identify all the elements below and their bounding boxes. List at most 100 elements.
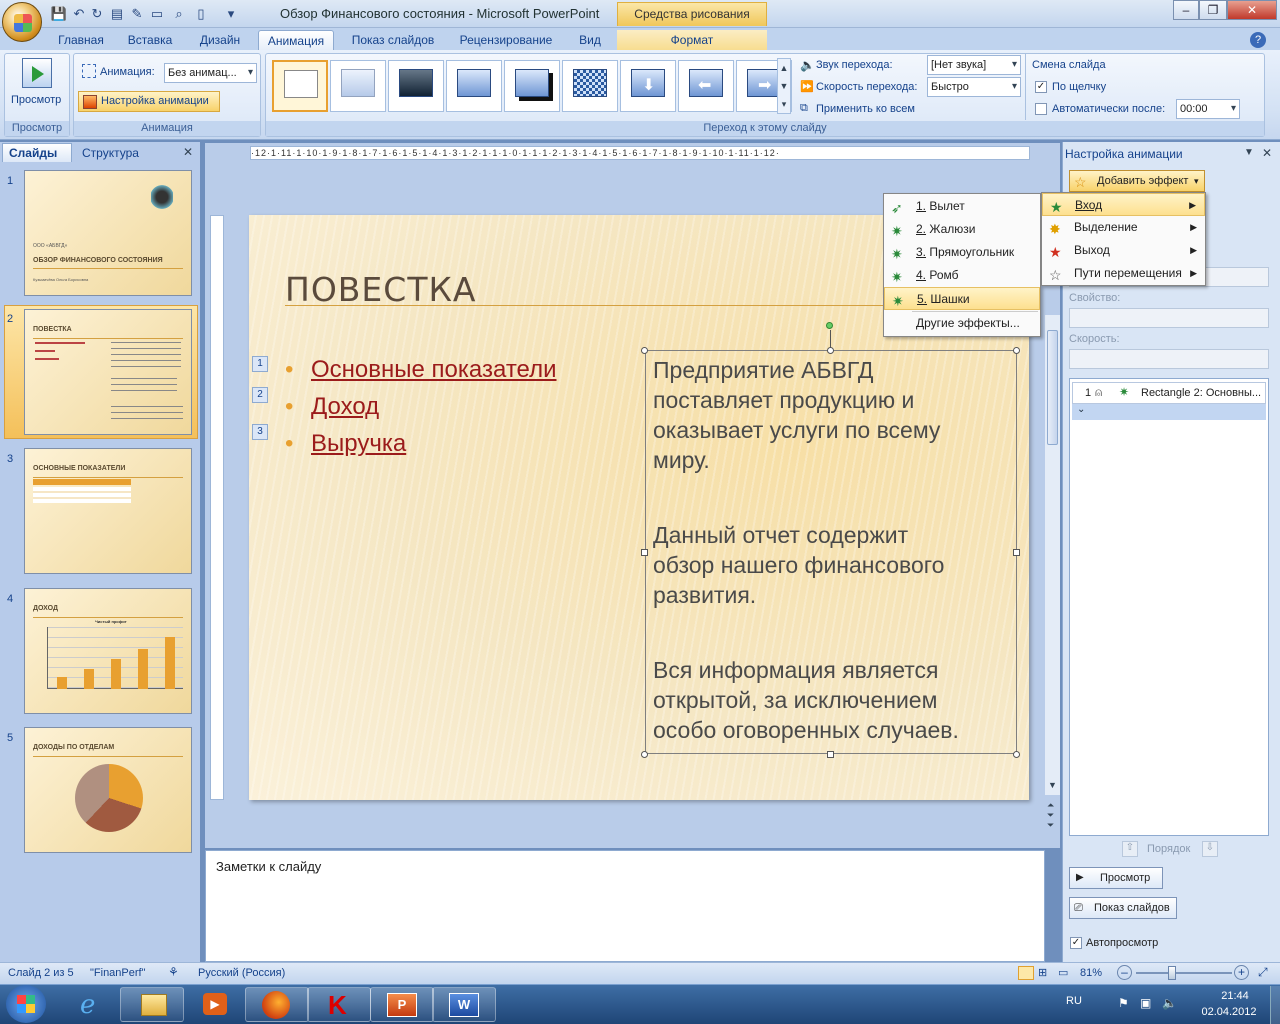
menu-item-entrance[interactable]: ★ Вход ▶ [1042, 193, 1205, 216]
slide-thumb-3[interactable]: ОСНОВНЫЕ ПОКАЗАТЕЛИ [24, 448, 192, 574]
bullet-item[interactable]: • Доход [285, 393, 379, 421]
tab-format[interactable]: Формат [617, 30, 767, 50]
transition-wipe-left-thumb[interactable]: ⬅ [678, 60, 734, 112]
resize-handle[interactable] [1013, 549, 1020, 556]
custom-animation-button[interactable]: Настройка анимации [78, 91, 220, 112]
speed-combo[interactable]: Быстро [927, 77, 1021, 97]
on-click-checkbox[interactable]: ✓ [1035, 81, 1047, 93]
resize-handle[interactable] [1013, 751, 1020, 758]
add-effect-button[interactable]: ☆ Добавить эффект ▾ [1069, 170, 1205, 192]
bullet-item[interactable]: • Выручка [285, 430, 406, 458]
bullet-link[interactable]: Доход [311, 393, 379, 420]
menu-item-motion-paths[interactable]: ☆ Пути перемещения ▶ [1042, 262, 1205, 285]
animation-list[interactable]: 1 ⍝ ✷ Rectangle 2: Основны... ⌄ [1069, 378, 1269, 836]
spellcheck-icon[interactable]: ⚘ [168, 965, 179, 979]
animation-list-item[interactable]: 1 ⍝ ✷ Rectangle 2: Основны... [1072, 382, 1266, 404]
preview-button[interactable]: Просмотр [11, 94, 61, 106]
zoom-slider[interactable] [1136, 972, 1232, 974]
sorter-view-icon[interactable]: ⊞ [1038, 966, 1047, 979]
slide-thumb-5[interactable]: ДОХОДЫ ПО ОТДЕЛАМ [24, 727, 192, 853]
resize-handle[interactable] [827, 347, 834, 354]
tab-animation[interactable]: Анимация [258, 30, 334, 50]
zoom-slider-thumb[interactable] [1168, 966, 1176, 980]
resize-handle[interactable] [827, 751, 834, 758]
tab-outline[interactable]: Структура [74, 144, 154, 162]
undo-icon[interactable]: ↶ [70, 5, 88, 23]
transition-fade-thumb[interactable] [330, 60, 386, 112]
slideshow-pane-button[interactable]: ⎚ Показ слайдов [1069, 897, 1177, 919]
word-taskbar-icon[interactable]: W [432, 987, 496, 1022]
order-up-icon[interactable]: ⇧ [1122, 841, 1138, 857]
speed-combo[interactable] [1069, 349, 1269, 369]
autopreview-checkbox[interactable]: ✓ [1070, 937, 1082, 949]
close-pane-icon[interactable]: ✕ [183, 145, 193, 159]
transition-none-thumb[interactable] [272, 60, 328, 112]
apply-all-button[interactable]: Применить ко всем [816, 103, 915, 115]
office-button[interactable] [2, 2, 42, 42]
show-desktop-button[interactable] [1270, 986, 1280, 1024]
draw-icon[interactable]: ✎ [128, 5, 146, 23]
preview-pane-button[interactable]: ▶ Просмотр [1069, 867, 1163, 889]
zoom-level[interactable]: 81% [1080, 967, 1102, 979]
animation-tag[interactable]: 3 [252, 424, 268, 440]
bullet-item[interactable]: • Основные показатели [285, 356, 557, 384]
notes-pane[interactable]: Заметки к слайду [205, 850, 1045, 962]
sound-combo[interactable]: [Нет звука] [927, 55, 1021, 75]
close-button[interactable]: ✕ [1227, 0, 1277, 20]
new-icon[interactable]: ▯ [192, 5, 210, 23]
tab-slideshow[interactable]: Показ слайдов [342, 30, 444, 50]
effect-item-blinds[interactable]: ✷ 2. Жалюзи [884, 218, 1040, 241]
tab-slides[interactable]: Слайды [2, 143, 72, 162]
firefox-icon[interactable] [245, 987, 309, 1022]
slide-thumb-4[interactable]: ДОХОД Чистый профит [24, 588, 192, 714]
resize-handle[interactable] [641, 347, 648, 354]
tab-insert[interactable]: Вставка [118, 30, 182, 50]
media-player-icon[interactable]: ▶ [185, 987, 249, 1022]
tray-language[interactable]: RU [1066, 995, 1082, 1007]
help-icon[interactable]: ? [1250, 32, 1266, 48]
qat-dropdown-icon[interactable]: ▾ [222, 5, 240, 23]
tab-view[interactable]: Вид [568, 30, 612, 50]
minimize-button[interactable]: – [1173, 0, 1199, 20]
animation-tag[interactable]: 2 [252, 387, 268, 403]
pane-close-icon[interactable]: ✕ [1262, 146, 1272, 160]
effect-item-diamond[interactable]: ✷ 4. Ромб [884, 264, 1040, 287]
redo-icon[interactable]: ↻ [88, 5, 106, 23]
auto-time-spinner[interactable]: 00:00 [1176, 99, 1240, 119]
animation-combo[interactable]: Без анимац... [164, 63, 257, 83]
rotation-handle[interactable] [826, 322, 833, 329]
slideshow-view-icon[interactable]: ▭ [1058, 966, 1068, 979]
prev-next-slide-icon[interactable]: ⏶ ⏷ ⏷ [1047, 800, 1054, 830]
preview-big-icon[interactable] [22, 58, 52, 88]
more-effects-item[interactable]: Другие эффекты... [884, 312, 1040, 335]
zoom-in-icon[interactable]: + [1234, 965, 1249, 980]
tray-date[interactable]: 02.04.2012 [1197, 1006, 1261, 1018]
slide-thumb-1[interactable]: ООО «АБВГД» ОБЗОР ФИНАНСОВОГО СОСТОЯНИЯ … [24, 170, 192, 296]
transition-fade-black-thumb[interactable] [388, 60, 444, 112]
transition-wipe-down-thumb[interactable]: ⬇ [620, 60, 676, 112]
start-button[interactable] [6, 985, 46, 1023]
transition-cut-thumb[interactable] [446, 60, 502, 112]
tab-review[interactable]: Рецензирование [450, 30, 562, 50]
tray-network-icon[interactable]: ▣ [1140, 996, 1151, 1010]
preview-icon[interactable]: ⌕ [170, 5, 188, 23]
transition-cut-black-thumb[interactable] [504, 60, 560, 112]
save-icon[interactable]: 💾 [50, 5, 68, 23]
print-icon[interactable]: ▤ [108, 5, 126, 23]
maximize-button[interactable]: ❐ [1199, 0, 1227, 20]
scroll-thumb[interactable] [1047, 330, 1058, 445]
transition-dissolve-thumb[interactable] [562, 60, 618, 112]
vertical-scrollbar[interactable]: ▼ [1044, 315, 1060, 795]
tray-volume-icon[interactable]: 🔈 [1162, 996, 1177, 1010]
zoom-out-icon[interactable]: – [1117, 965, 1132, 980]
effect-item-fly-in[interactable]: ➶ 1. Вылет [884, 195, 1040, 218]
open-icon[interactable]: ▭ [148, 5, 166, 23]
fit-window-icon[interactable]: ⤢ [1258, 965, 1268, 980]
powerpoint-taskbar-icon[interactable]: P [370, 987, 434, 1022]
gallery-scroll[interactable]: ▲ ▼ ▾ [777, 58, 791, 114]
tray-flag-icon[interactable]: ⚑ [1118, 996, 1129, 1010]
notes-placeholder[interactable]: Заметки к слайду [216, 859, 321, 874]
status-language[interactable]: Русский (Россия) [198, 967, 285, 979]
tab-design[interactable]: Дизайн [188, 30, 252, 50]
slide-thumb-2[interactable]: ПОВЕСТКА [24, 309, 192, 435]
